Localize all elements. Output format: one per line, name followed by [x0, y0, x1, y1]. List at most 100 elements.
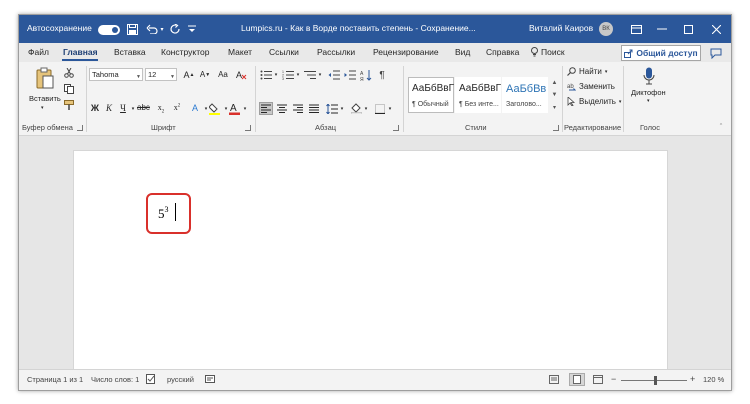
font-name-combo[interactable]: Tahoma ▼	[89, 68, 143, 81]
italic-icon[interactable]: К	[103, 103, 115, 113]
replace-button[interactable]: ab Заменить	[567, 82, 615, 91]
zoom-slider-thumb[interactable]	[654, 376, 657, 385]
align-center-icon[interactable]	[275, 102, 289, 115]
shading-dropdown-icon[interactable]: ▾	[363, 102, 369, 115]
multilevel-dropdown-icon[interactable]: ▾	[317, 69, 323, 81]
microphone-icon[interactable]	[641, 66, 657, 86]
grow-font-icon[interactable]: A ▲	[182, 68, 196, 81]
bullets-icon[interactable]	[259, 69, 273, 81]
print-layout-icon[interactable]	[569, 373, 585, 386]
shrink-font-icon[interactable]: A ▼	[198, 68, 212, 81]
redo-icon[interactable]	[168, 21, 182, 37]
style-normal[interactable]: АаБбВвГ ¶ Обычный	[408, 77, 454, 113]
clipboard-icon[interactable]	[33, 65, 57, 91]
zoom-level[interactable]: 120 %	[703, 375, 724, 384]
power-expression[interactable]: 53	[158, 205, 169, 222]
align-left-icon[interactable]	[259, 102, 273, 115]
show-formatting-marks-icon[interactable]: ¶	[375, 69, 389, 81]
bullets-dropdown-icon[interactable]: ▾	[273, 69, 279, 81]
styles-scroll-up-icon[interactable]: ▲	[550, 77, 559, 89]
web-layout-icon[interactable]	[593, 375, 603, 386]
clipboard-launcher-icon[interactable]	[77, 125, 83, 131]
search-box[interactable]: Поиск	[531, 47, 565, 57]
share-button[interactable]: Общий доступ	[621, 45, 701, 61]
subscript-icon[interactable]: x2	[155, 103, 167, 115]
tab-insert[interactable]: Вставка	[114, 47, 146, 57]
decrease-indent-icon[interactable]	[327, 69, 341, 81]
tab-references[interactable]: Ссылки	[269, 47, 299, 57]
user-name[interactable]: Виталий Каиров	[529, 23, 593, 33]
comments-icon[interactable]	[709, 46, 723, 60]
editing-group-label: Редактирование	[564, 123, 622, 132]
multilevel-list-icon[interactable]	[303, 69, 317, 81]
avatar[interactable]: ВК	[599, 22, 613, 36]
collapse-ribbon-icon[interactable]: ˆ	[716, 122, 726, 132]
line-spacing-dropdown-icon[interactable]: ▾	[339, 102, 345, 115]
tab-help[interactable]: Справка	[486, 47, 519, 57]
change-case-icon[interactable]: Aa	[216, 68, 230, 81]
autosave-toggle[interactable]	[98, 25, 120, 35]
zoom-in-icon[interactable]: +	[690, 374, 695, 384]
paste-button-label[interactable]: Вставить	[29, 94, 61, 103]
document-page[interactable]: 53	[73, 150, 668, 372]
styles-more-icon[interactable]: ▾	[550, 101, 559, 113]
proofing-icon[interactable]	[146, 374, 156, 386]
tab-mailings[interactable]: Рассылки	[317, 47, 355, 57]
accessibility-icon[interactable]	[205, 374, 215, 386]
numbering-dropdown-icon[interactable]: ▾	[295, 69, 301, 81]
save-icon[interactable]	[125, 21, 139, 37]
tab-file[interactable]: Файл	[28, 47, 49, 57]
line-spacing-icon[interactable]	[325, 102, 339, 115]
align-right-icon[interactable]	[291, 102, 305, 115]
clear-formatting-icon[interactable]: A	[234, 68, 248, 81]
numbering-icon[interactable]: 123	[281, 69, 295, 81]
strikethrough-icon[interactable]: abc	[137, 103, 150, 112]
zoom-out-icon[interactable]: −	[611, 374, 616, 384]
increase-indent-icon[interactable]	[343, 69, 357, 81]
borders-dropdown-icon[interactable]: ▾	[387, 102, 393, 115]
style-no-spacing[interactable]: АаБбВвГ ¶ Без инте...	[455, 77, 501, 113]
copy-icon[interactable]	[63, 83, 75, 95]
group-separator	[255, 66, 256, 132]
paragraph-launcher-icon[interactable]	[393, 125, 399, 131]
cut-icon[interactable]	[63, 67, 75, 79]
word-count[interactable]: Число слов: 1	[91, 375, 139, 384]
tab-view[interactable]: Вид	[455, 47, 470, 57]
undo-dropdown-icon[interactable]: ▾	[158, 21, 166, 37]
dictate-dropdown-icon[interactable]: ▾	[647, 98, 650, 104]
undo-icon[interactable]	[145, 21, 159, 37]
style-heading-1[interactable]: АаБбВв Заголово...	[502, 77, 548, 113]
font-size-combo[interactable]: 12 ▼	[145, 68, 177, 81]
style-sample: АаБбВвГ	[459, 83, 502, 94]
dictate-button-label[interactable]: Диктофон	[631, 88, 666, 97]
group-separator	[623, 66, 624, 132]
tab-review[interactable]: Рецензирование	[373, 47, 439, 57]
tab-home[interactable]: Главная	[63, 47, 98, 57]
find-button[interactable]: Найти ▾	[567, 67, 607, 76]
select-button[interactable]: Выделить ▾	[567, 97, 621, 106]
close-icon[interactable]	[707, 21, 725, 37]
maximize-icon[interactable]	[679, 21, 697, 37]
focus-mode-icon[interactable]	[549, 375, 559, 386]
tab-layout[interactable]: Макет	[228, 47, 252, 57]
superscript-icon[interactable]: x2	[171, 103, 183, 112]
borders-icon[interactable]	[373, 102, 387, 115]
shading-icon[interactable]	[349, 102, 363, 115]
paste-dropdown-icon[interactable]: ▾	[41, 105, 44, 111]
highlight-icon[interactable]	[208, 102, 220, 115]
font-launcher-icon[interactable]	[245, 125, 251, 131]
justify-icon[interactable]	[307, 102, 321, 115]
sort-icon[interactable]: АЯ	[359, 69, 373, 81]
ribbon-display-options-icon[interactable]	[627, 21, 645, 37]
minimize-icon[interactable]	[653, 21, 671, 37]
format-painter-icon[interactable]	[63, 99, 75, 111]
font-color-dropdown-icon[interactable]: ▾	[239, 106, 251, 112]
styles-launcher-icon[interactable]	[553, 125, 559, 131]
page-count[interactable]: Страница 1 из 1	[27, 375, 83, 384]
styles-scroll-down-icon[interactable]: ▼	[550, 89, 559, 101]
tab-design[interactable]: Конструктор	[161, 47, 209, 57]
word-window: Автосохранение ▾ Lumpics.ru - Как в Ворд…	[18, 14, 732, 391]
bold-icon[interactable]: Ж	[89, 103, 101, 113]
customize-qat-icon[interactable]	[187, 21, 197, 37]
language[interactable]: русский	[167, 375, 194, 384]
